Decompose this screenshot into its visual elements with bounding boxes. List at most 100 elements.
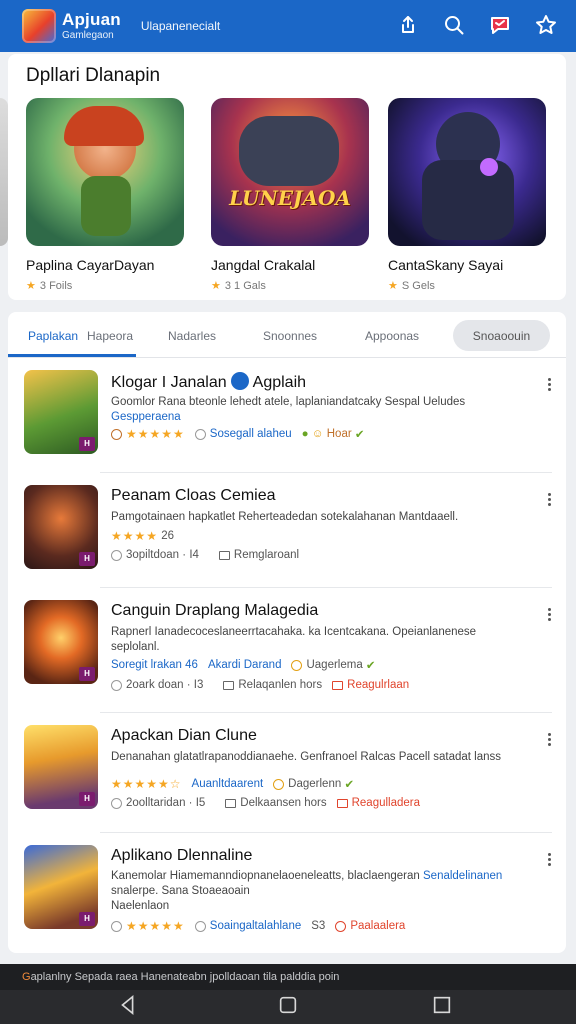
tab-appoonas[interactable]: Appoonas [365, 329, 419, 343]
app-meta-b: Hoar [326, 428, 352, 440]
app-title: Apackan Dian Clune [111, 727, 257, 744]
app-meta: ★★★★★ Sosegall alaheu ● ☺ Hoar ✔ [111, 427, 365, 441]
app-title: Klogar I Janalan Agplaih [111, 372, 307, 391]
app-meta-a2: I5 [195, 797, 206, 809]
tab-snoonnes[interactable]: Snoonnes [263, 329, 317, 343]
app-meta-a: Sosegall alaheu [209, 428, 292, 440]
app-meta-line: ★★★★★☆ Auanltdaarent Dagerlenn ✔ [111, 777, 354, 791]
app-description: Denanahan glatatlrapanoddianaehe. Genfra… [111, 751, 501, 763]
rating-icon [111, 428, 122, 440]
age-badge: H [79, 552, 95, 566]
app-title: Aplikano Dlennaline [111, 847, 253, 864]
clock-icon [111, 797, 122, 809]
alert-icon [335, 920, 347, 932]
list-item[interactable]: H Peanam Cloas Cemiea Pamgotainaen hapka… [8, 473, 566, 588]
tab-nadarles[interactable]: Nadarles [168, 329, 216, 343]
app-meta-a2: I3 [193, 679, 204, 691]
app-description: Goomlor Rana bteonle lehedt atele, lapla… [111, 396, 466, 423]
featured-peek-left [0, 98, 8, 246]
app-thumbnail[interactable]: H [24, 845, 98, 929]
app-meta-a: 2oolltaridan [126, 797, 186, 809]
app-list: H Klogar I Janalan Agplaih Goomlor Rana … [8, 358, 566, 953]
more-options-icon[interactable] [546, 731, 552, 748]
app-meta-c: Reagulrlaan [347, 679, 410, 691]
featured-item-rating: 3 1 [224, 280, 241, 292]
gift-icon [336, 798, 348, 808]
tab-hapeora[interactable]: Hapeora [87, 329, 133, 343]
app-meta-a: 2oark doan [126, 679, 184, 691]
app-tagline: Ulapanenecialt [140, 19, 221, 33]
verified-icon [231, 372, 250, 390]
thumb-icon: ✔ [354, 429, 365, 441]
app-meta: 2oolltaridan · I5 Delkaansen hors Reagul… [111, 797, 420, 809]
featured-item-image[interactable] [26, 98, 184, 246]
featured-item-image[interactable] [388, 98, 546, 246]
featured-item[interactable]: Paplina CayarDayan ★ 3 Foils [26, 98, 184, 292]
app-meta: 3opiltdoan · I4 Remglaroanl [111, 549, 299, 561]
more-options-icon[interactable] [546, 491, 552, 508]
search-icon[interactable] [442, 13, 466, 42]
recents-icon[interactable] [431, 994, 453, 1021]
featured-section: Dpllari Dlanapin Paplina CayarDayan ★ 3 F… [8, 54, 566, 300]
app-thumbnail[interactable]: H [24, 725, 98, 809]
app-thumbnail[interactable]: H [24, 370, 98, 454]
tab-bar: Paplakan Hapeora Nadarles Snoonnes Appoo… [8, 312, 566, 358]
list-item[interactable]: H Canguin Draplang Malagedia Rapnerl Ian… [8, 588, 566, 713]
app-meta-line-c: Uagerlema [306, 659, 363, 671]
rating-stars: ★★★★★☆ [111, 777, 182, 791]
app-title: Apjuan [62, 10, 121, 29]
system-nav-bar [0, 990, 576, 1024]
tab-snoaoouin[interactable]: Snoaoouin [453, 320, 550, 351]
share-icon[interactable] [396, 13, 420, 42]
list-item[interactable]: H Klogar I Janalan Agplaih Goomlor Rana … [8, 358, 566, 473]
star-icon[interactable] [534, 13, 558, 42]
storage-icon [218, 550, 230, 560]
list-item[interactable]: H Aplikano Dlennaline Kanemolar Hiameman… [8, 833, 566, 951]
featured-item-meta: ★ 3 Foils [26, 280, 73, 292]
clock-icon [111, 679, 122, 691]
app-logo[interactable] [22, 9, 56, 43]
more-options-icon[interactable] [546, 376, 552, 393]
app-description: Kanemolar Hiamemanndiopnanelaoeneleatts,… [111, 870, 503, 912]
app-meta: ★★★★★ Soaingaltalahlane S3 Paalaalera [111, 919, 405, 933]
featured-item-image[interactable]: LUNEJAOA [211, 98, 369, 246]
app-meta-line-c: Dagerlenn [288, 778, 342, 790]
more-options-icon[interactable] [546, 851, 552, 868]
app-meta-line-b: Auanltdaarent [191, 778, 264, 790]
info-icon [194, 920, 206, 932]
app-thumbnail[interactable]: H [24, 485, 98, 569]
app-thumbnail[interactable]: H [24, 600, 98, 684]
featured-item-meta: ★ S Gels [388, 280, 435, 292]
rating-stars: ★★★★ [111, 529, 159, 543]
age-badge: H [79, 912, 95, 926]
app-rating: ★★★★ 26 [111, 529, 174, 543]
featured-art-text: LUNEJAOA [229, 186, 351, 210]
age-badge: H [79, 437, 95, 451]
storage-icon [223, 680, 235, 690]
tab-paplakan[interactable]: Paplakan [28, 329, 78, 343]
featured-item-sub: Gals [243, 280, 266, 292]
info-icon [194, 428, 206, 440]
app-meta-a: 3opiltdoan [126, 549, 180, 561]
app-meta-b: Delkaansen hors [240, 797, 327, 809]
home-icon[interactable] [277, 994, 299, 1021]
featured-item[interactable]: LUNEJAOA Jangdal Crakalal ★ 3 1 Gals [211, 98, 369, 292]
badge-icon [273, 778, 285, 790]
back-icon[interactable] [117, 994, 139, 1021]
featured-item-meta: ★ 3 1 Gals [211, 280, 266, 292]
featured-item-sub: Foils [49, 280, 73, 292]
list-item[interactable]: H Apackan Dian Clune Denanahan glatatlra… [8, 713, 566, 833]
featured-item-rating: 3 [39, 280, 46, 292]
rating-stars: ★★★★★ [126, 919, 185, 933]
featured-item-name: Jangdal Crakalal [211, 257, 316, 273]
app-bar-actions [396, 13, 558, 42]
chat-icon[interactable] [488, 13, 512, 42]
brand: Apjuan Gamlegaon [62, 11, 121, 41]
rating-stars: ★★★★★ [126, 427, 185, 441]
featured-item[interactable]: CantaSkany Sayai ★ S Gels [388, 98, 546, 292]
app-meta-a2: I4 [189, 549, 199, 561]
app-meta: 2oark doan · I3 Relaqanlen hors Reagulrl… [111, 679, 409, 691]
app-meta-line: Soregit lrakan 46 Akardi Darand Uagerlem… [111, 658, 376, 672]
storage-icon [225, 798, 237, 808]
more-options-icon[interactable] [546, 606, 552, 623]
